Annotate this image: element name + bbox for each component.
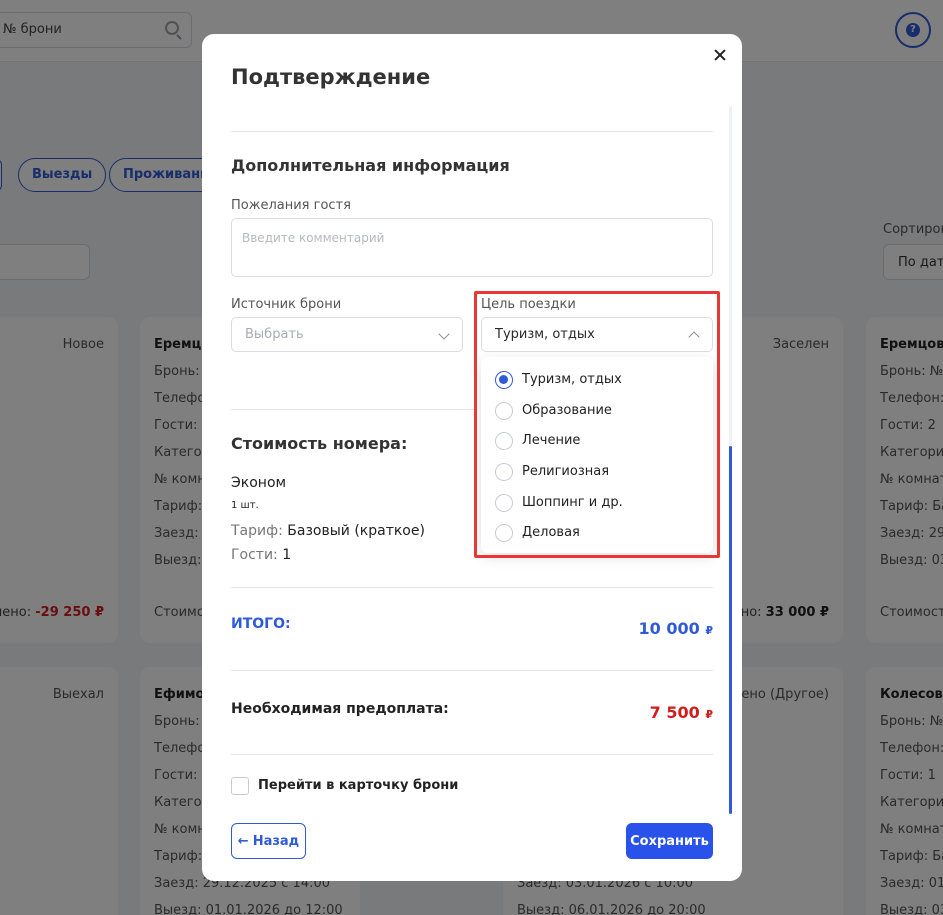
trip-purpose-option[interactable]: Шоппинг и др. (495, 492, 705, 516)
booking-source-placeholder: Выбрать (245, 327, 304, 342)
trip-purpose-dropdown: Туризм, отдых Образование Лечение Религи… (481, 357, 713, 553)
arrow-left-icon: ← (237, 833, 249, 849)
trip-purpose-option[interactable]: Деловая (495, 522, 705, 546)
goto-booking-card-label[interactable]: Перейти в карточку брони (258, 778, 458, 793)
goto-booking-card-checkbox[interactable] (231, 777, 249, 795)
guest-wishes-label: Пожелания гостя (231, 198, 351, 213)
guest-wishes-field[interactable] (231, 218, 713, 277)
save-button[interactable]: Сохранить (626, 823, 713, 859)
total-value: 10 000 (638, 619, 700, 638)
confirmation-modal: Подтверждение Дополнительная информация … (202, 34, 742, 881)
divider (231, 409, 476, 410)
booking-source-label: Источник брони (231, 297, 342, 312)
divider (231, 587, 713, 588)
total-label: ИТОГО: (231, 616, 291, 632)
divider (231, 754, 713, 755)
modal-title: Подтверждение (231, 65, 431, 89)
tariff-value: Базовый (краткое) (287, 523, 425, 539)
radio-icon[interactable] (495, 524, 513, 542)
back-button[interactable]: ← Назад (231, 823, 306, 859)
option-label: Деловая (522, 525, 580, 540)
radio-selected-icon[interactable] (495, 371, 513, 389)
radio-icon[interactable] (495, 402, 513, 420)
option-label: Религиозная (522, 464, 610, 479)
tariff-label: Тариф: (231, 523, 283, 539)
trip-purpose-option[interactable]: Религиозная (495, 461, 705, 485)
trip-purpose-option[interactable]: Лечение (495, 430, 705, 454)
guests-line: Гости: 1 (231, 547, 291, 563)
currency-symbol: ₽ (705, 624, 713, 637)
option-label: Образование (522, 403, 612, 418)
modal-scrollbar[interactable] (729, 106, 732, 814)
trip-purpose-option[interactable]: Туризм, отдых (495, 369, 705, 393)
trip-purpose-select[interactable]: Туризм, отдых (481, 317, 713, 352)
radio-icon[interactable] (495, 463, 513, 481)
radio-icon[interactable] (495, 432, 513, 450)
chevron-up-icon (688, 331, 700, 343)
trip-purpose-value: Туризм, отдых (495, 327, 595, 342)
trip-purpose-option[interactable]: Образование (495, 400, 705, 424)
total-amount: 10 000 ₽ (639, 619, 713, 638)
room-category: Эконом (231, 475, 287, 491)
option-label: Шоппинг и др. (522, 495, 623, 510)
divider (231, 131, 713, 132)
guests-value: 1 (282, 547, 292, 563)
prepayment-amount: 7 500 ₽ (650, 703, 713, 722)
additional-info-title: Дополнительная информация (231, 156, 510, 175)
option-label: Туризм, отдых (522, 372, 622, 387)
trip-purpose-label: Цель поездки (481, 297, 576, 312)
tariff-line: Тариф: Базовый (краткое) (231, 523, 425, 539)
prepayment-label: Необходимая предоплата: (231, 701, 449, 717)
close-icon[interactable] (712, 48, 728, 64)
room-cost-title: Стоимость номера: (231, 434, 408, 453)
chevron-down-icon (438, 328, 450, 340)
divider (231, 670, 713, 671)
radio-icon[interactable] (495, 494, 513, 512)
guests-label: Гости: (231, 547, 278, 563)
currency-symbol: ₽ (705, 708, 713, 721)
back-button-label: Назад (252, 833, 300, 849)
prepayment-value: 7 500 (649, 703, 700, 722)
option-label: Лечение (522, 433, 581, 448)
scrollbar-thumb[interactable] (729, 446, 732, 814)
room-quantity: 1 шт. (231, 500, 259, 511)
booking-source-select[interactable]: Выбрать (231, 317, 463, 352)
